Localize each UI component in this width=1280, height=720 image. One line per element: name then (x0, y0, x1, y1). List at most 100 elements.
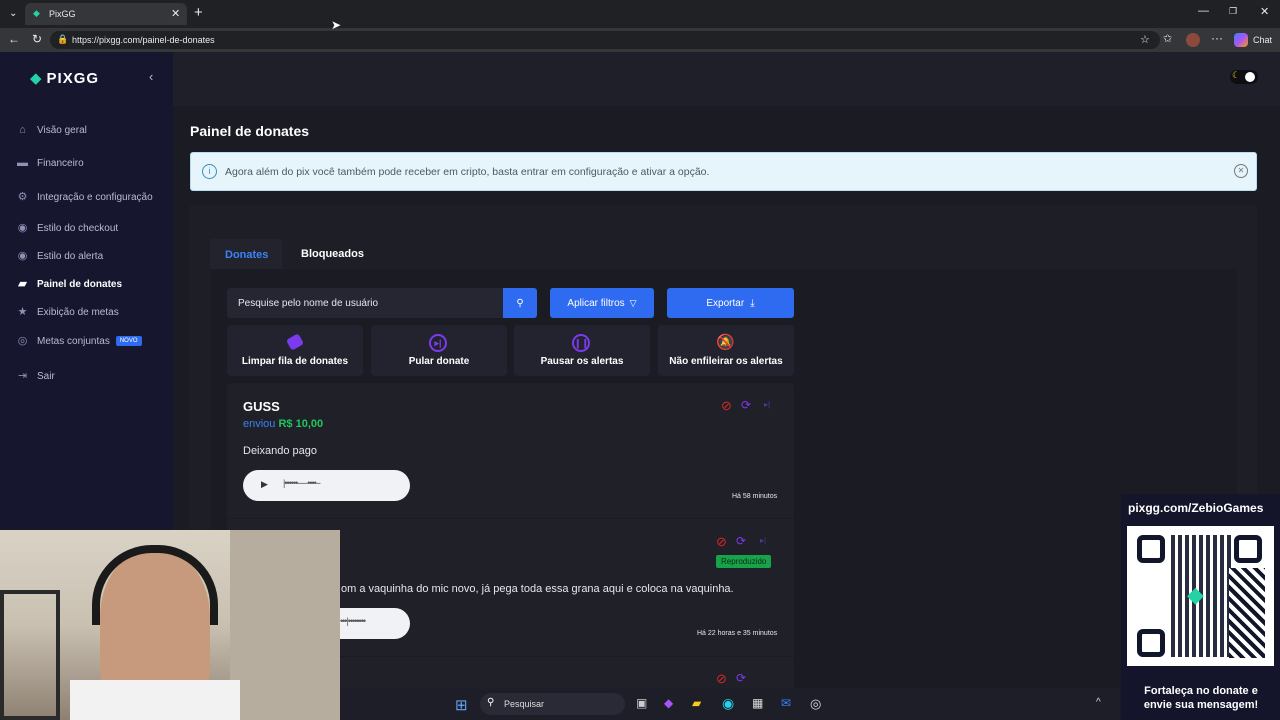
download-icon: ⤓ (750, 297, 755, 309)
donate-amount: R$ 10,00 (278, 418, 324, 430)
donate-time: Há 58 minutos (732, 493, 778, 500)
status-badge: Reproduzido (716, 555, 772, 568)
edge-icon[interactable]: ◉ (722, 695, 734, 712)
site-info-icon[interactable]: 🔒 (57, 34, 68, 45)
export-label: Exportar (706, 297, 745, 309)
new-tab-icon[interactable]: + (194, 4, 203, 21)
sidebar-item-sair[interactable]: ⇥ Sair (16, 366, 55, 386)
skip-small-icon[interactable]: ▸| (764, 400, 770, 409)
wallet-icon: ▬ (17, 156, 28, 169)
tab-title: PixGG (49, 9, 76, 19)
donate-message: om a vaquinha do mic novo, já pega toda … (341, 583, 734, 595)
search-input[interactable]: Pesquise pelo nome de usuário (227, 288, 504, 318)
webcam-wall (230, 530, 340, 720)
qr-finder-top-right (1234, 535, 1262, 563)
url-field[interactable]: 🔒 https://pixgg.com/painel-de-donates ☆ (50, 31, 1160, 49)
donate-amount-line: enviou R$ 10,00 (243, 418, 323, 430)
sidebar-item-label: Visão geral (37, 124, 87, 136)
theme-toggle[interactable]: ☾ (1230, 70, 1258, 84)
browser-tab[interactable]: ◆ PixGG ✕ (25, 3, 187, 25)
close-window-icon[interactable]: ✕ (1260, 5, 1269, 18)
reload-icon[interactable]: ↻ (32, 32, 42, 46)
qr-finder-bottom-left (1137, 629, 1165, 657)
back-icon[interactable]: ← (8, 32, 20, 46)
block-icon[interactable]: ⊘ (721, 398, 732, 414)
skip-small-icon[interactable]: ▸| (760, 536, 766, 545)
sidebar-item-financeiro[interactable]: ▬ Financeiro (16, 153, 84, 173)
restore-icon[interactable]: ❐ (1229, 6, 1237, 17)
chat-label[interactable]: Chat (1253, 35, 1272, 45)
info-banner: i Agora além do pix você também pode rec… (190, 152, 1257, 191)
tab-label: Bloqueados (301, 248, 364, 260)
tray-chevron-icon[interactable]: ^ (1096, 697, 1101, 708)
palette-icon: ◉ (17, 221, 28, 234)
store-icon[interactable]: ▦ (752, 696, 763, 710)
audio-waveform[interactable]: •••|•••••••• (340, 616, 366, 626)
sidebar-item-label: Exibição de metas (37, 306, 119, 318)
palette-icon: ◉ (17, 249, 28, 262)
qr-finder-top-left (1137, 535, 1165, 563)
sidebar-item-estilo-alerta[interactable]: ◉ Estilo do alerta (16, 246, 103, 266)
eraser-icon (285, 333, 305, 351)
sidebar-item-integracao[interactable]: ⚙ Integração e configuração (16, 187, 153, 207)
info-icon: i (202, 164, 217, 179)
webcam-overlay (0, 530, 340, 720)
copilot-icon[interactable] (1234, 33, 1248, 47)
minimize-icon[interactable]: — (1198, 5, 1209, 17)
menu-dots-icon[interactable]: ··· (1211, 31, 1223, 45)
tab-bloqueados[interactable]: Bloqueados (291, 239, 371, 269)
sidebar-item-estilo-checkout[interactable]: ◉ Estilo do checkout (16, 218, 118, 238)
replay-icon[interactable]: ⟳ (741, 398, 751, 412)
audio-waveform[interactable]: |••••••-----••••-- (283, 478, 321, 488)
sidebar-item-visao-geral[interactable]: ⌂ Visão geral (16, 120, 87, 140)
close-banner-icon[interactable]: ✕ (1234, 164, 1248, 178)
favorite-star-icon[interactable]: ☆ (1140, 33, 1150, 46)
collapse-sidebar-icon[interactable]: ‹ (149, 69, 153, 84)
audio-player[interactable]: ▶ |••••••-----••••-- (243, 470, 410, 501)
bell-off-icon: 🔕 (716, 334, 735, 351)
replay-icon[interactable]: ⟳ (736, 534, 746, 548)
sidebar-item-label: Estilo do alerta (37, 250, 104, 262)
play-icon[interactable]: ▶ (261, 479, 268, 490)
block-icon[interactable]: ⊘ (716, 534, 727, 550)
export-button[interactable]: Exportar ⤓ (667, 288, 794, 318)
clear-queue-button[interactable]: Limpar fila de donates (227, 325, 363, 376)
sidebar-item-exibicao-metas[interactable]: ★ Exibição de metas (16, 302, 119, 322)
obs-icon[interactable]: ◎ (810, 696, 821, 712)
replay-icon[interactable]: ⟳ (736, 671, 746, 685)
block-icon[interactable]: ⊘ (716, 671, 727, 687)
mail-icon[interactable]: ✉ (781, 696, 791, 710)
url-text: https://pixgg.com/painel-de-donates (72, 35, 215, 45)
folder-icon[interactable]: ▰ (692, 696, 701, 710)
skip-icon: ▸| (429, 334, 447, 352)
profile-avatar[interactable] (1186, 33, 1200, 47)
pause-alerts-button[interactable]: ❙❙ Pausar os alertas (514, 325, 650, 376)
webcam-shirt (70, 680, 240, 720)
donate-message: Deixando pago (243, 445, 318, 457)
windows-start-icon[interactable]: ⊞ (455, 696, 468, 714)
new-badge: NOVO (115, 336, 142, 346)
no-queue-alerts-button[interactable]: 🔕 Não enfileirar os alertas (658, 325, 794, 376)
sidebar-item-label: Integração e configuração (37, 191, 153, 203)
apply-filters-label: Aplicar filtros (567, 297, 625, 309)
qr-pattern-right (1229, 568, 1265, 658)
logout-icon: ⇥ (17, 369, 28, 382)
apply-filters-button[interactable]: Aplicar filtros ▽ (550, 288, 654, 318)
logo[interactable]: ◆ PIXGG (30, 69, 99, 88)
taskbar: ⊞ ⚲ Pesquisar ▣ ◆ ▰ ◉ ▦ ✉ ◎ ^ (340, 688, 1120, 720)
search-button[interactable]: ⚲ (503, 288, 537, 318)
taskbar-search[interactable]: ⚲ Pesquisar (480, 693, 625, 715)
search-icon: ⚲ (487, 697, 495, 708)
toggle-knob (1245, 72, 1255, 82)
app-icon[interactable]: ◆ (664, 696, 673, 710)
skip-donate-button[interactable]: ▸| Pular donate (371, 325, 507, 376)
sidebar-item-painel-donates[interactable]: ▰ Painel de donates (16, 274, 122, 294)
favorites-icon[interactable]: ✩ (1163, 32, 1172, 45)
sidebar-item-metas-conjuntas[interactable]: ◎ Metas conjuntas NOVO (16, 331, 142, 351)
close-tab-icon[interactable]: ✕ (171, 7, 180, 20)
star-icon: ★ (17, 305, 28, 318)
tab-donates[interactable]: Donates (210, 239, 282, 269)
task-view-icon[interactable]: ▣ (636, 696, 647, 710)
qr-url: pixgg.com/ZebioGames (1128, 501, 1264, 515)
tab-list-icon[interactable]: ⌄ (9, 8, 17, 19)
